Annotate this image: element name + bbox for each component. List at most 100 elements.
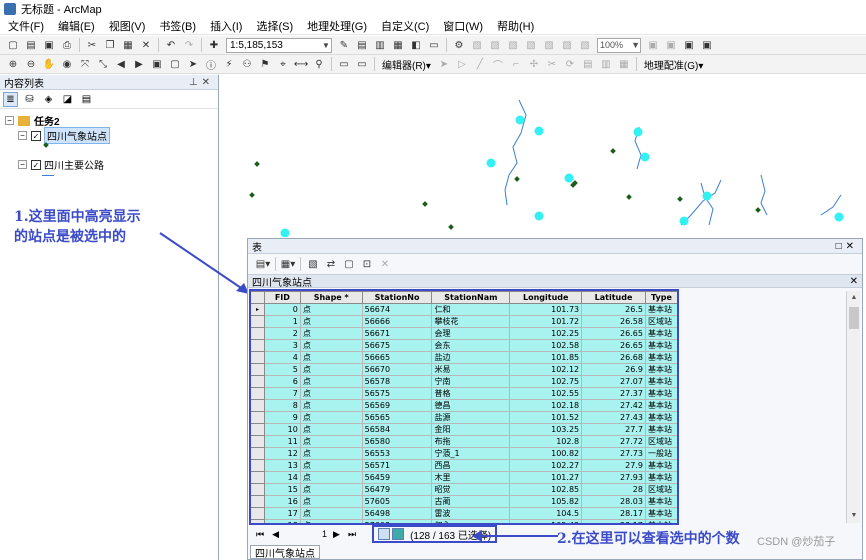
- goto-xy-icon[interactable]: ⌖: [276, 57, 290, 71]
- table-cell[interactable]: 点: [299, 363, 363, 376]
- table-cell[interactable]: 盐源: [431, 411, 511, 424]
- table-cell[interactable]: 27.37: [581, 387, 646, 400]
- row-selector[interactable]: [250, 507, 265, 520]
- table-tab-title[interactable]: 四川气象站点: [252, 274, 312, 289]
- table-cell[interactable]: 基本站: [644, 327, 678, 340]
- row-selector[interactable]: [250, 387, 265, 400]
- last-record-icon[interactable]: ⏭: [348, 529, 356, 540]
- table-cell[interactable]: 100.82: [509, 447, 583, 460]
- add-data-icon[interactable]: ✚: [207, 38, 221, 52]
- column-header[interactable]: Type: [644, 291, 678, 304]
- rotate-icon[interactable]: ⟳: [563, 57, 577, 71]
- table-cell[interactable]: 会东: [431, 339, 511, 352]
- row-selector[interactable]: ▸: [250, 303, 265, 316]
- trace-icon[interactable]: ⌐: [509, 57, 523, 71]
- table-cell[interactable]: 攀枝花: [431, 315, 511, 328]
- menu-file[interactable]: 文件(F): [8, 18, 44, 34]
- table-cell[interactable]: 宁蒗_1: [431, 447, 511, 460]
- group-node[interactable]: − 任务2: [5, 113, 60, 128]
- fixed-zoom-out-icon[interactable]: ⤡: [96, 57, 110, 71]
- table-cell[interactable]: 101.73: [509, 303, 583, 316]
- list-by-source-icon[interactable]: ⛁: [22, 92, 37, 107]
- related-tables-icon[interactable]: ▦▾: [281, 257, 295, 271]
- table-cell[interactable]: 27.7: [581, 423, 646, 436]
- table-row[interactable]: 7 点 56575 普格 102.55 27.37 基本站: [250, 387, 678, 400]
- layout-tool-11-icon[interactable]: ▣: [700, 38, 714, 52]
- pin-icon[interactable]: ⊥: [189, 77, 202, 88]
- table-cell[interactable]: 17: [263, 507, 301, 520]
- table-cell[interactable]: 基本站: [644, 423, 678, 436]
- table-cell[interactable]: 基本站: [644, 519, 678, 523]
- table-cell[interactable]: 点: [299, 411, 363, 424]
- close-icon[interactable]: ✕: [846, 241, 858, 252]
- previous-record-icon[interactable]: ◀: [272, 529, 279, 540]
- table-cell[interactable]: 28.17: [581, 519, 646, 523]
- table-bottom-tab[interactable]: 四川气象站点: [250, 545, 320, 560]
- table-cell[interactable]: 6: [263, 375, 301, 388]
- column-header[interactable]: Shape *: [299, 291, 363, 304]
- table-cell[interactable]: 102.8: [509, 435, 583, 448]
- row-selector[interactable]: [250, 459, 265, 472]
- row-selector[interactable]: [250, 447, 265, 460]
- table-cell[interactable]: 28: [581, 483, 646, 496]
- table-cell[interactable]: 点: [299, 375, 363, 388]
- table-cell[interactable]: 9: [263, 411, 301, 424]
- find-route-icon[interactable]: ⚑: [258, 57, 272, 71]
- menu-help[interactable]: 帮助(H): [497, 18, 534, 34]
- table-cell[interactable]: 会理: [431, 327, 511, 340]
- table-cell[interactable]: 56565: [361, 411, 433, 424]
- table-row[interactable]: 17 点 56498 雷波 104.5 28.17 基本站: [250, 507, 678, 520]
- select-features-icon[interactable]: ▣: [150, 57, 164, 71]
- table-cell[interactable]: 102.85: [509, 483, 583, 496]
- table-cell[interactable]: 102.55: [509, 387, 583, 400]
- table-cell[interactable]: 56479: [361, 483, 433, 496]
- table-cell[interactable]: 27.73: [581, 447, 646, 460]
- table-row[interactable]: 16 点 57605 古蔺 105.82 28.03 基本站: [250, 495, 678, 508]
- table-cell[interactable]: 古蔺: [431, 495, 511, 508]
- table-cell[interactable]: 26.65: [581, 339, 646, 352]
- search-window-icon[interactable]: ▦: [391, 38, 405, 52]
- column-header[interactable]: StationNo: [361, 291, 433, 304]
- pan-hand-icon[interactable]: ✋: [42, 57, 56, 71]
- table-cell[interactable]: 15: [263, 483, 301, 496]
- table-cell[interactable]: 101.72: [509, 315, 583, 328]
- table-cell[interactable]: 56675: [361, 339, 433, 352]
- table-cell[interactable]: 点: [299, 339, 363, 352]
- table-row[interactable]: 5 点 56670 米易 102.12 26.9 基本站: [250, 363, 678, 376]
- table-options-icon[interactable]: ▤▾: [256, 257, 270, 271]
- full-extent-icon[interactable]: ◉: [60, 57, 74, 71]
- menu-edit[interactable]: 编辑(E): [58, 18, 95, 34]
- table-cell[interactable]: 点: [299, 387, 363, 400]
- column-header[interactable]: FID: [263, 291, 301, 304]
- table-cell[interactable]: 56578: [361, 375, 433, 388]
- layer-label-roads[interactable]: 四川主要公路: [44, 157, 104, 172]
- table-cell[interactable]: 27.93: [581, 471, 646, 484]
- select-by-attributes-icon[interactable]: ▧: [306, 257, 320, 271]
- row-selector[interactable]: [250, 339, 265, 352]
- forward-extent-icon[interactable]: ▶: [132, 57, 146, 71]
- table-window-titlebar[interactable]: 表 □✕: [248, 239, 862, 254]
- layout-tool-3-icon[interactable]: ▧: [506, 38, 520, 52]
- layout-tool-8-icon[interactable]: ▣: [646, 38, 660, 52]
- table-cell[interactable]: 宁南: [431, 375, 511, 388]
- table-cell[interactable]: 57608: [361, 519, 433, 523]
- table-cell[interactable]: 101.27: [509, 471, 583, 484]
- toc-options-icon[interactable]: ▤: [79, 92, 94, 107]
- row-selector[interactable]: [250, 423, 265, 436]
- table-cell[interactable]: 14: [263, 471, 301, 484]
- hyperlink-icon[interactable]: ⚲: [312, 57, 326, 71]
- table-cell[interactable]: 仁和: [431, 303, 511, 316]
- save-icon[interactable]: ▣: [42, 38, 56, 52]
- table-cell[interactable]: 基本站: [644, 363, 678, 376]
- layout-tool-7-icon[interactable]: ▧: [578, 38, 592, 52]
- row-selector[interactable]: [250, 483, 265, 496]
- table-cell[interactable]: 点: [299, 471, 363, 484]
- measure-icon[interactable]: ⟷: [294, 57, 308, 71]
- table-cell[interactable]: 2: [263, 327, 301, 340]
- row-selector[interactable]: [250, 519, 265, 523]
- menu-selection[interactable]: 选择(S): [256, 18, 293, 34]
- copy-icon[interactable]: ❐: [103, 38, 117, 52]
- table-cell[interactable]: 56584: [361, 423, 433, 436]
- editor-menu[interactable]: 编辑器(R)▾: [382, 57, 431, 72]
- table-row[interactable]: 4 点 56665 盐边 101.85 26.68 基本站: [250, 351, 678, 364]
